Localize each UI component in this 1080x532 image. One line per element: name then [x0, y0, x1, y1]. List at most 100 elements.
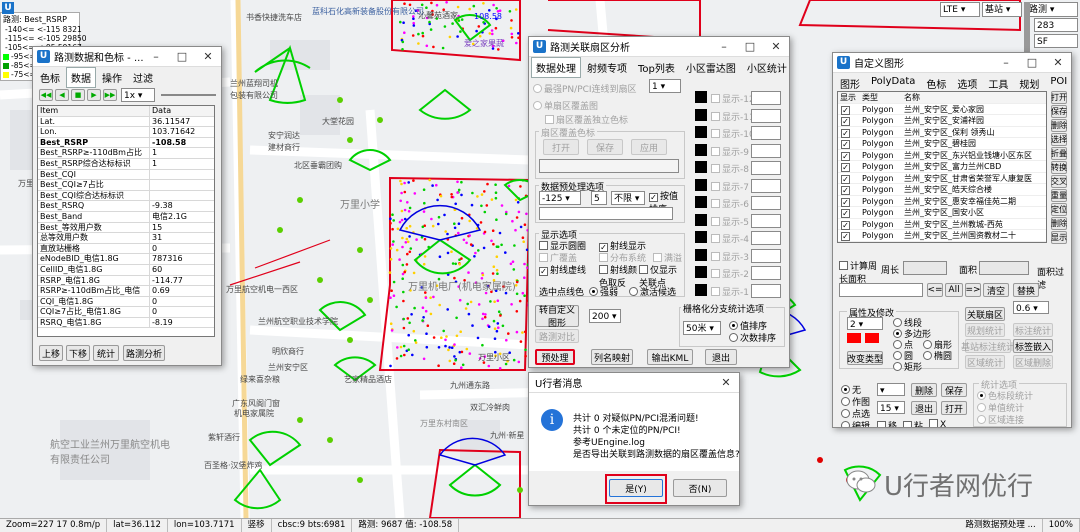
sector-color-field[interactable]: [539, 159, 679, 173]
side-button[interactable]: 折叠: [1051, 147, 1067, 160]
pre-threshold-select[interactable]: -125 ▾: [539, 191, 581, 205]
close-icon[interactable]: ✕: [763, 37, 789, 56]
show-checkbox[interactable]: [841, 163, 850, 172]
change-type-button[interactable]: 改变类型: [847, 351, 883, 365]
opt-count-sort[interactable]: 次数排序: [729, 331, 776, 344]
color-swatch[interactable]: [695, 143, 707, 156]
opt-single-sector[interactable]: 单扇区覆盖图: [533, 99, 598, 112]
speed-slider[interactable]: [161, 94, 216, 96]
table-row[interactable]: Best_RSRP -108.58: [38, 137, 214, 149]
table-row[interactable]: Lat. 36.11547: [38, 116, 214, 128]
show-item-field[interactable]: [751, 283, 781, 298]
opt-strength[interactable]: 强弱: [589, 285, 618, 298]
list-map-button[interactable]: 列名映射: [591, 349, 633, 365]
show-item-check[interactable]: 显示-4: [711, 232, 749, 245]
tab-radar[interactable]: 小区雷达图: [681, 57, 741, 78]
show-checkbox[interactable]: [841, 220, 850, 230]
table-row[interactable]: 直放站栅格 0: [38, 243, 214, 255]
rule-stat-button[interactable]: 规划统计: [965, 323, 1005, 337]
close-icon[interactable]: ✕: [1045, 53, 1071, 72]
minimize-icon[interactable]: –: [711, 37, 737, 56]
color-swatch[interactable]: [695, 213, 707, 226]
calc-perim-check[interactable]: 计算周长面积: [839, 259, 879, 285]
edit-x-check[interactable]: X: [929, 419, 946, 427]
custom-exit-button[interactable]: 退出: [911, 401, 937, 415]
grid-size-select[interactable]: 50米 ▾: [683, 321, 721, 335]
show-item-check[interactable]: 显示-1: [711, 285, 749, 298]
pre-limit-select[interactable]: 不限 ▾: [611, 191, 645, 205]
show-item-field[interactable]: [751, 248, 781, 263]
filter-field[interactable]: [839, 283, 923, 297]
side-button[interactable]: 保存: [1051, 105, 1067, 118]
side-button[interactable]: 重量: [1051, 189, 1067, 202]
first-icon[interactable]: ◀◀: [39, 89, 53, 101]
show-item-field[interactable]: [751, 231, 781, 245]
prev-filter-button[interactable]: <=: [927, 283, 943, 297]
menu-color[interactable]: 色标: [35, 67, 65, 88]
tab-rf[interactable]: 射频专项: [582, 57, 632, 78]
speed-select[interactable]: 1x ▾: [121, 88, 155, 102]
tab-top[interactable]: Top列表: [633, 57, 680, 78]
show-checkbox[interactable]: [841, 209, 850, 218]
table-row[interactable]: RSRP_电信1.8G -114.77: [38, 275, 214, 287]
label-stat-button[interactable]: 标注统计: [1013, 323, 1053, 337]
show-item-field[interactable]: [751, 196, 781, 210]
replace-button[interactable]: 替换: [1013, 283, 1039, 297]
show-checkbox[interactable]: [841, 174, 850, 184]
display-option[interactable]: 射线虚线: [539, 263, 586, 276]
move-check[interactable]: 移: [877, 419, 897, 427]
table-row[interactable]: Best_RSRP综合达标标识 1: [38, 158, 214, 170]
fill-color-swatch[interactable]: [865, 333, 879, 343]
table-row[interactable]: 总等效用户数 31: [38, 233, 214, 244]
color-swatch[interactable]: [695, 196, 707, 208]
nav-bar[interactable]: [1024, 2, 1030, 52]
show-checkbox[interactable]: [841, 117, 850, 126]
tech-select[interactable]: LTE ▾: [940, 2, 980, 17]
show-item-field[interactable]: [751, 143, 781, 158]
show-item-field[interactable]: [751, 266, 781, 280]
no-button[interactable]: 否(N): [673, 479, 727, 497]
opt-active[interactable]: 激活候选: [629, 285, 676, 298]
drive-window-titlebar[interactable]: U 路测数据和色标 - ... – □ ✕: [33, 47, 221, 67]
list-item[interactable]: Polygon 兰州_安宁区_保利 领秀山: [838, 127, 1046, 138]
last-icon[interactable]: ▶▶: [103, 89, 117, 101]
opt-rect[interactable]: 矩形: [893, 360, 922, 373]
mode-edit[interactable]: 编辑: [841, 419, 870, 427]
table-row[interactable]: Best_CQI≥7占比: [38, 180, 214, 191]
play-icon[interactable]: ▶: [87, 89, 101, 101]
show-checkbox[interactable]: [841, 105, 850, 115]
side-button[interactable]: 显示: [1051, 231, 1067, 244]
preprocess-button[interactable]: 预处理: [535, 349, 575, 365]
open-button[interactable]: 打开: [543, 139, 579, 155]
show-checkbox[interactable]: [841, 140, 850, 149]
pre-count-field[interactable]: 5: [591, 191, 607, 205]
exit-button[interactable]: 退出: [705, 349, 737, 365]
prev-icon[interactable]: ◀: [55, 89, 69, 101]
stop-icon[interactable]: ■: [71, 89, 85, 101]
color-swatch[interactable]: [695, 108, 707, 121]
table-row[interactable]: Best_Band 电信2.1G: [38, 211, 214, 223]
clear-button[interactable]: 清空: [983, 283, 1009, 297]
to-custom-button[interactable]: 转自定义图形: [535, 305, 579, 329]
minimize-icon[interactable]: –: [993, 53, 1019, 72]
opacity-select[interactable]: 0.6 ▾: [1013, 301, 1049, 314]
size-select[interactable]: 15 ▾: [877, 401, 905, 414]
table-row[interactable]: Best_RSRQ -9.38: [38, 201, 214, 212]
close-icon[interactable]: ✕: [713, 373, 739, 392]
opt-single-color[interactable]: 扇区覆盖独立色标: [545, 113, 628, 126]
pre-extra-select[interactable]: [539, 207, 673, 220]
table-row[interactable]: CQI≥7占比_电信1.8G 0: [38, 307, 214, 318]
custom-size-select[interactable]: 200 ▾: [589, 309, 621, 323]
table-row[interactable]: Lon. 103.71642: [38, 127, 214, 138]
show-item-check[interactable]: 显示-10: [711, 127, 755, 140]
show-item-check[interactable]: 显示-2: [711, 267, 749, 280]
table-row[interactable]: eNodeBID_电信1.8G 787316: [38, 254, 214, 265]
show-item-check[interactable]: 显示-3: [711, 250, 749, 263]
maximize-icon[interactable]: □: [737, 37, 763, 56]
show-item-field[interactable]: [751, 161, 781, 175]
minimize-icon[interactable]: –: [143, 47, 169, 66]
mode-extra-select[interactable]: ▾: [877, 383, 905, 396]
list-item[interactable]: Polygon 兰州_安宁区_皓天综合楼: [838, 184, 1046, 196]
count-field[interactable]: 283: [1034, 18, 1078, 32]
side-button[interactable]: 交叉: [1051, 175, 1067, 188]
